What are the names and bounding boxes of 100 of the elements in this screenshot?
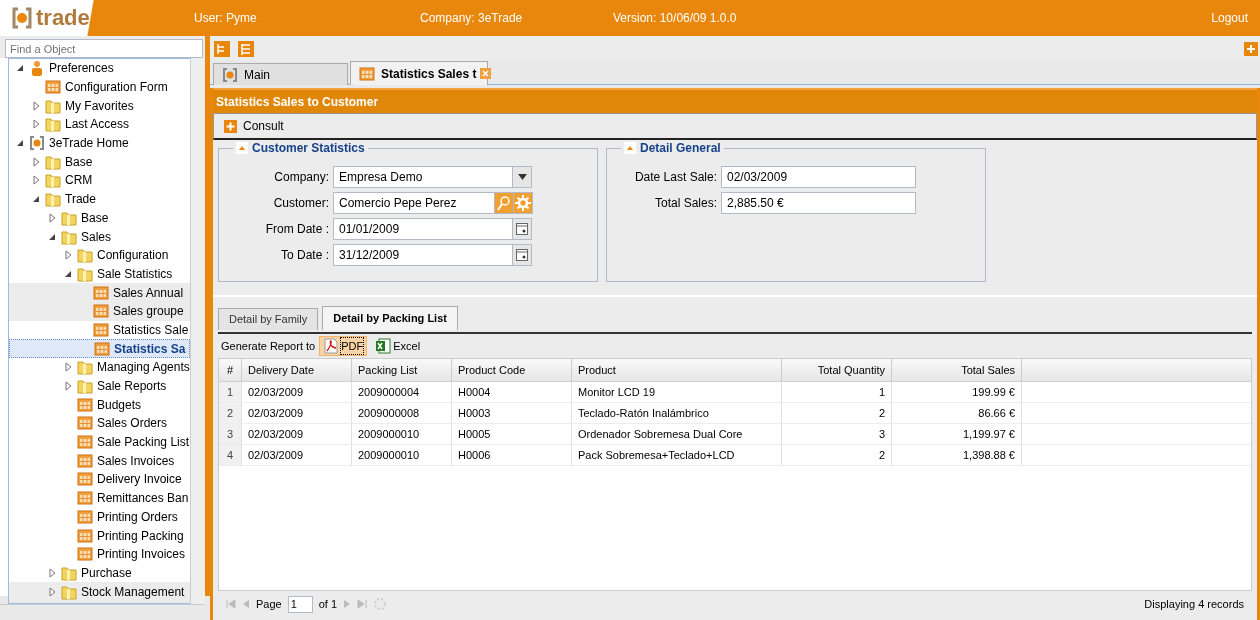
expand-arrow-icon <box>31 156 41 167</box>
fieldset-title: Detail General <box>640 140 721 156</box>
panel-title: Statistics Sales to Customer <box>213 88 1257 113</box>
form-icon <box>93 321 109 338</box>
folder-icon <box>61 583 77 600</box>
page-count: of 1 <box>318 596 338 612</box>
spreadsheet-icon <box>375 338 392 354</box>
search-field[interactable]: Find a Object <box>5 39 203 58</box>
logo-icon <box>12 7 32 29</box>
tree-item[interactable]: Configuration <box>9 245 191 265</box>
tree-item[interactable]: Budgets <box>9 395 191 415</box>
input-field[interactable]: Comercio Pepe Perez <box>333 192 495 214</box>
tree-item[interactable]: Statistics Sa <box>9 339 191 358</box>
tree-item[interactable]: Preferences <box>9 59 191 78</box>
page-field[interactable]: 1 <box>287 595 313 613</box>
table-cell: 1 <box>782 382 892 402</box>
column-header[interactable]: Packing List <box>352 359 452 381</box>
tree-item[interactable]: Sales <box>9 227 191 246</box>
field-label: From Date : <box>264 221 330 238</box>
logo-icon <box>29 135 45 152</box>
folder-icon <box>45 172 61 189</box>
tree-item[interactable]: Sales Invoices <box>9 451 191 471</box>
folder-icon <box>61 564 77 581</box>
logo-text: trade <box>36 7 90 29</box>
tree-item[interactable]: 3eTrade Home <box>9 133 191 153</box>
table-cell: Teclado-Ratón Inalámbrico <box>572 403 782 423</box>
tree-item[interactable]: Stock Management <box>9 582 191 601</box>
form-icon <box>77 546 93 563</box>
tree-item[interactable]: Last Access <box>9 115 191 134</box>
gear-icon <box>515 195 531 211</box>
tree-item[interactable]: Trade <box>9 189 191 209</box>
input-field[interactable]: 2,885.50 € <box>721 192 916 214</box>
dropdown-button[interactable] <box>513 166 532 188</box>
column-header[interactable]: Delivery Date <box>242 359 352 381</box>
paging-status: Displaying 4 records <box>1144 596 1244 612</box>
tree-item[interactable]: Sales Annual <box>9 283 191 302</box>
date-picker-button[interactable] <box>513 218 532 240</box>
tree-item[interactable]: CRM <box>9 171 191 190</box>
report-label: Generate Report to <box>221 338 316 354</box>
table-cell: 02/03/2009 <box>242 424 352 444</box>
tree-item[interactable]: Delivery Invoice <box>9 470 191 489</box>
page-label: Page <box>256 596 282 612</box>
tree-item[interactable]: Purchase <box>9 563 191 583</box>
expand-arrow-icon <box>47 586 57 597</box>
tab[interactable]: Statistics Sales t <box>350 61 488 85</box>
tab[interactable]: Main <box>213 63 348 85</box>
field-label: To Date : <box>279 247 330 264</box>
table-cell: 1,199.97 € <box>892 424 1022 444</box>
folder-icon <box>77 265 93 282</box>
form-icon <box>77 471 93 488</box>
column-header[interactable]: Total Quantity <box>782 359 892 381</box>
folder-icon <box>45 153 61 170</box>
person-icon <box>29 60 45 77</box>
tree-item[interactable]: Printing Packing <box>9 526 191 545</box>
tree-item[interactable]: Printing Invoices <box>9 544 191 564</box>
tree-item[interactable]: Managing Agents <box>9 358 191 377</box>
input-field[interactable]: 02/03/2009 <box>721 166 916 188</box>
tree-item[interactable]: My Favorites <box>9 96 191 116</box>
tree-item[interactable]: Sales Orders <box>9 414 191 433</box>
close-icon[interactable] <box>480 68 492 79</box>
tree-item[interactable]: Sale Statistics <box>9 264 191 284</box>
form-icon <box>77 396 93 413</box>
tree-item[interactable]: Statistics Sale <box>9 320 191 340</box>
column-header[interactable]: # <box>219 359 242 381</box>
input-field[interactable]: Empresa Demo <box>333 166 513 188</box>
date-picker-button[interactable] <box>513 244 532 266</box>
form-icon <box>77 434 93 451</box>
horizontal-scrollbar[interactable] <box>0 604 205 605</box>
column-header[interactable]: Product Code <box>452 359 572 381</box>
folder-icon <box>77 359 93 376</box>
tree-item[interactable]: Base <box>9 152 191 172</box>
consult-button[interactable]: Consult <box>220 115 288 137</box>
folder-icon <box>61 209 77 226</box>
tab[interactable]: Detail by Packing List <box>322 306 458 330</box>
tree-item[interactable]: Configuration Form <box>9 77 191 97</box>
column-header[interactable]: Product <box>572 359 782 381</box>
company-label: Company: 3eTrade <box>420 10 524 27</box>
table-cell: 2009000008 <box>352 403 452 423</box>
input-field[interactable]: 01/01/2009 <box>333 218 513 240</box>
input-field[interactable]: 31/12/2009 <box>333 244 513 266</box>
pdf-button[interactable]: PDF <box>319 335 368 357</box>
form-icon <box>45 79 61 96</box>
tab[interactable]: Detail by Family <box>218 308 319 330</box>
tree-item[interactable]: Sale Packing List <box>9 432 191 452</box>
row-number: 1 <box>219 382 242 402</box>
calendar-icon <box>516 249 528 261</box>
form-icon <box>77 508 93 525</box>
document-icon <box>323 338 340 354</box>
tree-item[interactable]: Printing Orders <box>9 507 191 527</box>
excel-button[interactable]: Excel <box>371 335 425 357</box>
table-cell: 02/03/2009 <box>242 445 352 465</box>
column-header[interactable]: Total Sales <box>892 359 1022 381</box>
expand-arrow-icon <box>31 175 41 186</box>
tree-item[interactable]: Sale Reports <box>9 376 191 396</box>
form-icon <box>77 527 93 544</box>
table-cell: H0004 <box>452 382 572 402</box>
tree-item[interactable]: Remittances Ban <box>9 488 191 508</box>
vertical-scrollbar[interactable] <box>190 58 205 604</box>
tree-item[interactable]: Base <box>9 208 191 228</box>
collapse-arrow-icon <box>15 138 25 149</box>
